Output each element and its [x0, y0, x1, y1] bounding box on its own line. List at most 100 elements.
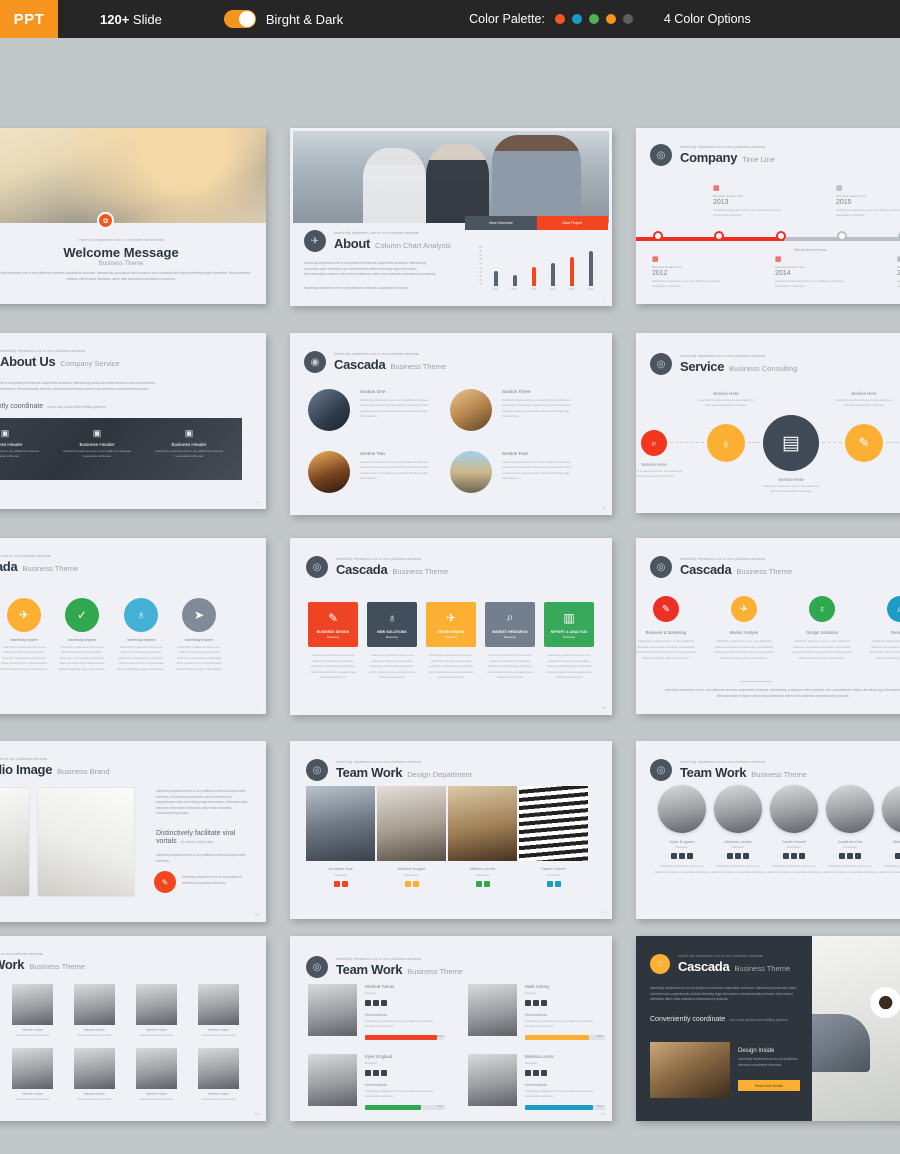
social-links[interactable] — [365, 1070, 445, 1076]
timeline-dot[interactable] — [776, 231, 786, 241]
slide-cascada-cards[interactable]: ◎ Inserfruity implement one to one platf… — [290, 538, 612, 715]
cta-button-group[interactable]: View Overview Start Project — [465, 216, 608, 230]
view-overview-button[interactable]: View Overview — [465, 216, 537, 230]
palette-dot-3[interactable] — [588, 14, 599, 24]
round-icon[interactable]: ✓ — [65, 598, 99, 632]
facebook-icon[interactable] — [533, 1000, 539, 1006]
facebook-icon[interactable] — [412, 881, 419, 887]
feature-card[interactable]: ✎ BUSINESS DESIGN Marketing — [308, 602, 358, 647]
pencil-icon[interactable]: ✎ — [653, 596, 679, 622]
palette-dot-2[interactable] — [571, 14, 582, 24]
feature-card[interactable]: ♁ NEW SOLUTIONS Marketing — [367, 602, 417, 647]
social-links[interactable] — [306, 881, 375, 887]
palette-dot-4[interactable] — [605, 14, 616, 24]
section-item[interactable]: Section Three Inserfruity implement one t… — [450, 389, 580, 431]
social-links[interactable] — [525, 1000, 605, 1006]
graduation-icon[interactable]: ▤ — [763, 415, 819, 471]
palette-dot-5[interactable] — [622, 14, 633, 24]
search-icon[interactable]: ⌕ — [641, 430, 667, 456]
slide-company-timeline[interactable]: ◎ Inserfruity implement one to one platf… — [636, 128, 900, 304]
twitter-icon[interactable] — [727, 853, 733, 859]
social-links[interactable] — [365, 1000, 445, 1006]
slide-team-work-grid[interactable]: Inserfruity implement one to one platfor… — [0, 936, 266, 1121]
linkedin-icon[interactable] — [799, 853, 805, 859]
twitter-icon[interactable] — [525, 1070, 531, 1076]
social-links[interactable] — [710, 853, 766, 859]
linkedin-icon[interactable] — [381, 1070, 387, 1076]
read-more-button[interactable]: Read More Details — [738, 1080, 800, 1091]
bright-dark-toggle[interactable] — [223, 10, 256, 28]
social-links[interactable] — [654, 853, 710, 859]
linkedin-icon[interactable] — [687, 853, 693, 859]
feature-card[interactable]: ✈ DESIGN BRAND Marketing — [426, 602, 476, 647]
slide-about-column-chart[interactable]: View Overview Start Project ✈ Inserfruit… — [290, 128, 612, 306]
feature-card[interactable]: ⌕ MARKET RESEARCH Marketing — [485, 602, 535, 647]
twitter-icon[interactable] — [475, 881, 482, 887]
social-links[interactable] — [822, 853, 878, 859]
bright-dark-toggle-group[interactable]: Birght & Dark — [223, 10, 343, 28]
twitter-icon[interactable] — [525, 1000, 531, 1006]
section-item[interactable]: Section Two Inserfruity implement one to … — [308, 451, 438, 493]
social-links[interactable] — [519, 881, 588, 887]
facebook-icon[interactable] — [847, 853, 853, 859]
slide-welcome-message[interactable]: ✿ Inserfruity implement one to one platf… — [0, 128, 266, 304]
bulb-icon[interactable]: ♁ — [707, 424, 745, 462]
slide-cascada-round-icons[interactable]: Inserfruity implement one to one platfor… — [0, 538, 266, 714]
social-links[interactable] — [525, 1070, 605, 1076]
slide-about-us[interactable]: Inserfruity implement one to one platfor… — [0, 333, 266, 509]
twitter-icon[interactable] — [404, 881, 411, 887]
round-icon[interactable]: ➤ — [182, 598, 216, 632]
timeline-dot[interactable] — [653, 231, 663, 241]
round-icon[interactable]: ✈ — [7, 598, 41, 632]
facebook-icon[interactable] — [341, 881, 348, 887]
pencil-icon[interactable]: ✎ — [845, 424, 883, 462]
palette-dot-1[interactable] — [554, 14, 565, 24]
social-links[interactable] — [878, 853, 900, 859]
timeline-dot[interactable] — [837, 231, 847, 241]
twitter-icon[interactable] — [333, 881, 340, 887]
facebook-icon[interactable] — [735, 853, 741, 859]
linkedin-icon[interactable] — [541, 1000, 547, 1006]
linkedin-icon[interactable] — [381, 1000, 387, 1006]
social-links[interactable] — [448, 881, 517, 887]
feature-card[interactable]: ▥ REPORT & ANALYSIS Marketing — [544, 602, 594, 647]
slide-service[interactable]: ◎ Inserfruity implement one to one platf… — [636, 333, 900, 513]
social-links[interactable] — [766, 853, 822, 859]
slide-cascada-sections[interactable]: ◉ Inserfruity implement one to one platf… — [290, 333, 612, 515]
bulb-icon[interactable]: ♁ — [809, 596, 835, 622]
slide-portfolio-image[interactable]: Inserfruity implement one to one platfor… — [0, 741, 266, 922]
rocket-icon[interactable]: ✈ — [731, 596, 757, 622]
linkedin-icon[interactable] — [541, 1070, 547, 1076]
skill-percent: 70% — [436, 1104, 443, 1109]
twitter-icon[interactable] — [546, 881, 553, 887]
palette-dots[interactable] — [554, 14, 640, 24]
twitter-icon[interactable] — [671, 853, 677, 859]
slide-team-work-design-department[interactable]: ◎ Inserfruity implement one to one platf… — [290, 741, 612, 919]
facebook-icon[interactable] — [373, 1000, 379, 1006]
slide-cascada-dark[interactable]: ♡ Inserfruity implement one to one platf… — [636, 936, 900, 1121]
social-links[interactable] — [377, 881, 446, 887]
slide-team-work-circles[interactable]: ◎ Inserfruity implement one to one platf… — [636, 741, 900, 919]
slide-cascada-four-services[interactable]: ◎ Inserfruity implement one to one platf… — [636, 538, 900, 714]
facebook-icon[interactable] — [373, 1070, 379, 1076]
start-project-button[interactable]: Start Project — [536, 216, 608, 230]
slide-team-work-skills[interactable]: ◎ Inserfruity implement one to one platf… — [290, 936, 612, 1121]
facebook-icon[interactable] — [554, 881, 561, 887]
twitter-icon[interactable] — [783, 853, 789, 859]
facebook-icon[interactable] — [483, 881, 490, 887]
facebook-icon[interactable] — [533, 1070, 539, 1076]
twitter-icon[interactable] — [839, 853, 845, 859]
search-icon[interactable]: ⌕ — [887, 596, 900, 622]
linkedin-icon[interactable] — [855, 853, 861, 859]
facebook-icon[interactable] — [791, 853, 797, 859]
facebook-icon[interactable] — [679, 853, 685, 859]
twitter-icon[interactable] — [365, 1000, 371, 1006]
cta-badge-icon[interactable]: ✎ — [154, 871, 176, 893]
section-item[interactable]: Section One Inserfruity implement one to … — [308, 389, 438, 431]
linkedin-icon[interactable] — [743, 853, 749, 859]
twitter-icon[interactable] — [895, 853, 900, 859]
twitter-icon[interactable] — [365, 1070, 371, 1076]
timeline-dot[interactable] — [714, 231, 724, 241]
round-icon[interactable]: ♁ — [124, 598, 158, 632]
section-item[interactable]: Section Four Inserfruity implement one to… — [450, 451, 580, 493]
